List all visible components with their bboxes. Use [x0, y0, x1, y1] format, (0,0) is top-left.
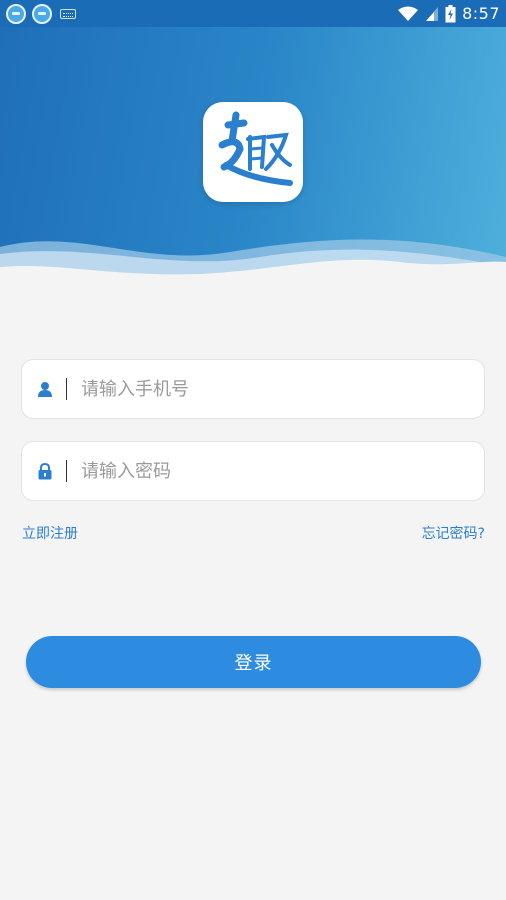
wave-decoration — [0, 239, 506, 292]
phone-field[interactable] — [21, 359, 485, 419]
app-notification-icon — [32, 3, 52, 24]
forgot-password-link[interactable]: 忘记密码? — [422, 523, 485, 543]
register-link[interactable]: 立即注册 — [22, 523, 78, 543]
header-banner — [0, 27, 506, 292]
app-logo — [203, 102, 303, 202]
password-input[interactable] — [81, 460, 484, 482]
user-icon — [24, 381, 66, 397]
signal-icon — [425, 6, 439, 22]
field-divider — [66, 460, 67, 482]
qu-logo-icon — [210, 107, 296, 197]
lock-icon — [24, 462, 66, 480]
phone-input[interactable] — [81, 378, 484, 400]
status-time: 8:57 — [462, 4, 500, 23]
password-field[interactable] — [21, 441, 485, 501]
field-divider — [66, 378, 67, 400]
login-button[interactable]: 登录 — [26, 636, 481, 688]
keyboard-icon — [60, 8, 76, 19]
wifi-icon — [397, 6, 419, 22]
battery-charging-icon — [445, 4, 456, 23]
login-screen: 8:57 请输入手机号 立即注册 忘记密码? 登录 — [0, 0, 506, 900]
status-bar: 8:57 — [0, 0, 506, 27]
app-notification-icon — [6, 3, 26, 24]
